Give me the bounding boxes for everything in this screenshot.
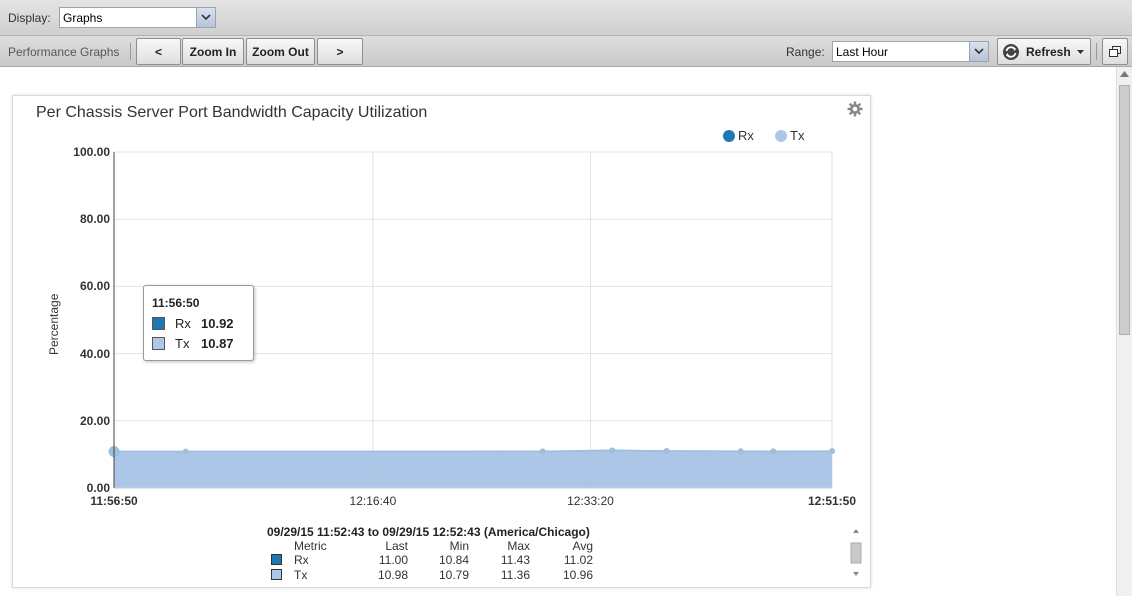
series-line-tx	[113, 449, 833, 453]
series-point-tx	[737, 448, 744, 455]
series-point-tx	[829, 448, 835, 455]
series-point-tx	[539, 448, 546, 455]
summary-rx-avg: 11.02	[563, 553, 593, 567]
summary-tx-name: Tx	[294, 568, 308, 582]
summary-header-last: Last	[385, 539, 408, 553]
summary-swatch-tx	[271, 569, 282, 580]
summary-tx-avg: 10.96	[562, 568, 593, 582]
summary-header-avg: Avg	[572, 539, 593, 553]
summary-rx-name: Rx	[294, 553, 309, 567]
tooltip-value-tx: 10.87	[201, 336, 234, 351]
tooltip-row-tx: Tx 10.87	[152, 336, 234, 351]
summary-tx-min: 10.79	[438, 568, 469, 582]
summary-tx-last: 10.98	[377, 568, 408, 582]
summary-header-min: Min	[449, 539, 469, 553]
tooltip-row-rx: Rx 10.92	[152, 316, 234, 331]
series-point-tx	[609, 447, 616, 454]
chart-tooltip: 11:56:50 Rx 10.92 Tx 10.87	[143, 285, 254, 361]
summary-rx-min: 10.84	[438, 553, 469, 567]
summary-swatch-rx	[271, 554, 282, 565]
summary-rx-max: 11.43	[500, 553, 530, 567]
summary-time-range: 09/29/15 11:52:43 to 09/29/15 12:52:43 (…	[267, 525, 590, 539]
summary-rx-last: 11.00	[378, 553, 408, 567]
summary-tx-max: 11.36	[500, 568, 530, 582]
summary-header-metric: Metric	[294, 539, 327, 553]
tooltip-swatch-rx	[152, 317, 165, 330]
series-point-tx	[182, 448, 189, 455]
page-scrollbar[interactable]	[1116, 67, 1132, 596]
tooltip-value-rx: 10.92	[201, 316, 234, 331]
scroll-up-icon[interactable]	[1120, 71, 1129, 77]
summary-header-max: Max	[507, 539, 530, 553]
tooltip-swatch-tx	[152, 337, 165, 350]
tooltip-name-tx: Tx	[175, 336, 190, 351]
series-point-tx	[663, 448, 670, 455]
series-area-tx	[114, 450, 832, 488]
tooltip-name-rx: Rx	[175, 316, 191, 331]
tooltip-time: 11:56:50	[152, 296, 200, 310]
summary-scrollbar[interactable]	[849, 526, 863, 580]
page-scrollbar-thumb[interactable]	[1119, 85, 1130, 335]
series-point-tx	[770, 448, 777, 455]
